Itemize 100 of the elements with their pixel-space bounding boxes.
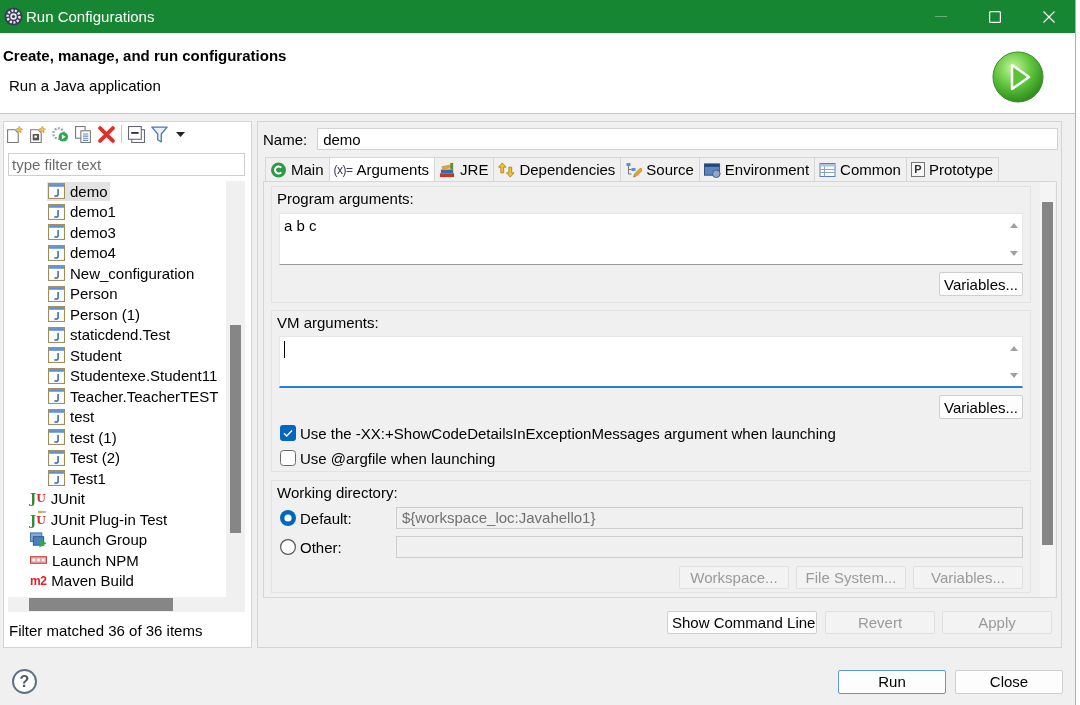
run-button[interactable]: Run <box>838 669 946 694</box>
tree-item[interactable]: Studentexe.Student11 <box>47 366 220 386</box>
arrows-icon <box>498 161 516 178</box>
windows-play-icon <box>30 531 47 548</box>
scroll-down-icon[interactable] <box>1010 373 1018 378</box>
app-window-icon <box>48 244 65 261</box>
app-window-icon <box>48 347 65 364</box>
app-window-icon <box>48 306 65 323</box>
collapse-icon[interactable] <box>128 125 145 143</box>
table-icon <box>819 161 837 178</box>
vertical-scrollbar[interactable] <box>226 181 245 597</box>
tree-item[interactable]: m2 Maven Build <box>29 571 136 591</box>
tree-item[interactable]: Person (1) <box>47 304 143 324</box>
app-window-icon <box>48 265 65 282</box>
caret-icon[interactable] <box>176 131 185 137</box>
scrollbar-thumb[interactable] <box>29 598 173 611</box>
tree-item[interactable]: JU JUnit Plug-in Test <box>29 509 170 529</box>
checkbox[interactable] <box>280 425 296 441</box>
tree-item[interactable]: test <box>47 407 97 427</box>
tab[interactable]: JRE <box>434 157 495 181</box>
tree-item[interactable]: Test (2) <box>47 448 122 468</box>
tree-item[interactable]: Test1 <box>47 468 108 488</box>
tree-item[interactable]: demo4 <box>47 243 118 263</box>
app-window-icon <box>48 183 65 200</box>
scrollbar-thumb[interactable] <box>1042 202 1053 545</box>
app-window-icon <box>48 367 65 384</box>
app-window-icon <box>48 224 65 241</box>
radio-label: Other: <box>300 538 342 556</box>
play-ring-icon[interactable] <box>52 125 69 143</box>
header-subtitle: Run a Java application <box>9 77 162 95</box>
file-badge-icon[interactable] <box>29 125 46 143</box>
window-title: Run Configurations <box>26 8 156 25</box>
vertical-scrollbar[interactable] <box>1040 182 1055 597</box>
radio-label: Default: <box>300 509 352 527</box>
scroll-up-icon[interactable] <box>1010 223 1018 228</box>
scrollbar-thumb[interactable] <box>230 325 241 533</box>
vm-arguments-field[interactable] <box>279 336 1023 388</box>
help-button[interactable]: ? <box>12 669 37 694</box>
variables-button[interactable]: Variables... <box>939 395 1023 419</box>
app-window-icon <box>48 203 65 220</box>
tab[interactable]: Environment <box>698 157 816 181</box>
tab[interactable]: Main <box>265 157 330 181</box>
app-window-icon <box>48 285 65 302</box>
group-label: Program arguments: <box>277 190 415 207</box>
header-title: Create, manage, and run configurations <box>3 47 288 65</box>
close-icon <box>1043 10 1055 23</box>
app-window-icon <box>48 429 65 446</box>
gear-icon <box>4 7 23 26</box>
letter-box-icon: P <box>910 162 925 177</box>
tree-item[interactable]: Launch NPM <box>29 550 141 570</box>
tree-item[interactable]: test (1) <box>47 427 119 447</box>
app-window-icon <box>48 388 65 405</box>
books-icon <box>439 161 457 178</box>
text-cursor <box>284 341 285 358</box>
window-icon <box>703 161 721 178</box>
tree-item[interactable]: staticdend.Test <box>47 325 173 345</box>
tree-item[interactable]: Student <box>47 345 124 365</box>
tag-icon <box>30 556 47 565</box>
show-command-line-button[interactable]: Show Command Line <box>667 611 817 634</box>
checkbox-label: Use @argfile when launching <box>300 449 496 467</box>
close-button[interactable]: Close <box>955 669 1063 694</box>
new-file-icon[interactable] <box>6 125 23 143</box>
tab[interactable]: Dependencies <box>493 157 622 181</box>
tree-pencil-icon <box>625 161 643 178</box>
filter-status: Filter matched 36 of 36 items <box>9 622 203 639</box>
minimize-icon <box>935 16 947 17</box>
group-label: VM arguments: <box>277 314 380 331</box>
filter-field[interactable]: type filter text <box>8 153 245 176</box>
filter-icon[interactable] <box>151 125 168 143</box>
name-label: Name: <box>263 130 308 148</box>
tree-item[interactable]: JU JUnit <box>29 489 87 509</box>
tab[interactable]: Source <box>620 157 700 181</box>
tab[interactable]: (x)= Arguments <box>328 157 436 181</box>
tree-item[interactable]: demo1 <box>47 202 118 222</box>
app-window-icon <box>48 470 65 487</box>
program-arguments-field[interactable]: a b c <box>279 213 1023 265</box>
checkbox[interactable] <box>280 450 296 466</box>
tree-item[interactable]: demo3 <box>47 222 118 242</box>
variable-symbol-icon: (x)= <box>333 162 353 177</box>
tree-item[interactable]: Teacher.TeacherTEST <box>47 386 221 406</box>
tree-item[interactable]: demo <box>47 181 110 201</box>
delete-icon[interactable] <box>98 125 115 143</box>
c-circle-icon <box>270 161 287 178</box>
scroll-down-icon[interactable] <box>1010 251 1018 256</box>
tab[interactable]: P Prototype <box>905 157 1000 181</box>
maximize-icon <box>989 10 1001 23</box>
horizontal-scrollbar[interactable] <box>8 597 245 612</box>
scroll-up-icon[interactable] <box>1010 346 1018 351</box>
app-window-icon <box>48 408 65 425</box>
tree-item[interactable]: Person <box>47 284 120 304</box>
tree-item[interactable]: Launch Group <box>29 530 150 550</box>
letters-icon: m2 <box>30 573 47 588</box>
copy-icon[interactable] <box>75 125 92 143</box>
play-icon <box>992 51 1044 103</box>
variables-button[interactable]: Variables... <box>939 272 1023 296</box>
app-window-icon <box>48 449 65 466</box>
tree-item[interactable]: New_configuration <box>47 263 197 283</box>
name-field[interactable]: demo <box>317 128 1058 150</box>
app-window-icon <box>48 326 65 343</box>
group-label: Working directory: <box>277 484 399 501</box>
